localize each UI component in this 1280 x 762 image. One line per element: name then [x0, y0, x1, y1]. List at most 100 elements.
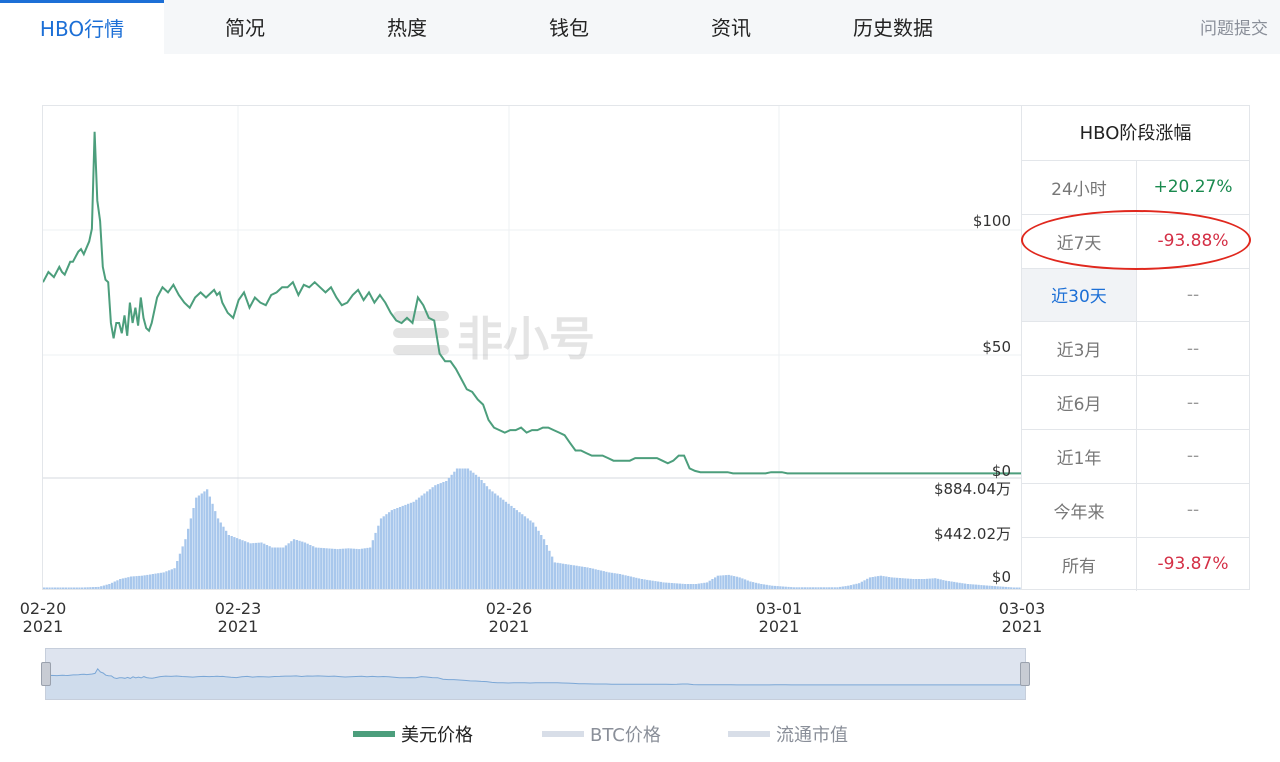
volume-bar — [646, 579, 649, 589]
volume-bar — [890, 577, 893, 589]
volume-bar — [312, 546, 315, 589]
period-label[interactable]: 近3月 — [1022, 322, 1137, 376]
volume-bar — [298, 540, 301, 589]
volume-bar — [879, 575, 882, 589]
volume-bar — [792, 587, 796, 589]
volume-bar — [113, 581, 116, 589]
volume-bar — [200, 493, 203, 589]
volume-bar — [654, 581, 657, 589]
volume-bar — [390, 510, 393, 589]
volume-bar — [795, 587, 798, 589]
navigator-right-handle[interactable] — [1020, 662, 1030, 686]
volume-bar — [716, 575, 719, 589]
volume-bar — [757, 583, 760, 589]
volume-bar — [991, 585, 994, 589]
volume-bar — [920, 579, 923, 589]
volume-bar — [344, 548, 347, 589]
volume-bar — [874, 576, 877, 589]
volume-bar — [494, 493, 497, 589]
price-tick-label: $0 — [992, 462, 1011, 480]
volume-bar — [882, 576, 885, 589]
volume-bar — [988, 585, 991, 589]
feedback-link[interactable]: 问题提交 — [1200, 0, 1268, 54]
volume-bar — [624, 575, 627, 589]
period-label[interactable]: 近6月 — [1022, 376, 1137, 429]
volume-bar — [504, 501, 508, 589]
volume-bar — [83, 587, 87, 589]
volume-bar — [773, 585, 777, 589]
x-tick-label: 03-03 2021 — [998, 599, 1046, 636]
volume-bar — [939, 579, 942, 589]
volume-bar — [230, 536, 233, 589]
period-label[interactable]: 近30天 — [1022, 268, 1137, 322]
volume-bar — [621, 574, 624, 589]
period-label[interactable]: 近7天 — [1022, 214, 1137, 268]
volume-bar — [559, 563, 562, 589]
volume-bar — [833, 587, 836, 589]
volume-bar — [409, 502, 413, 589]
volume-bar — [980, 585, 983, 589]
range-navigator[interactable] — [45, 648, 1026, 700]
volume-bars — [43, 468, 1021, 589]
volume-bar — [993, 586, 997, 589]
volume-bar — [972, 584, 975, 589]
volume-bar — [328, 548, 331, 589]
period-label[interactable]: 24小时 — [1022, 161, 1137, 214]
volume-bar — [257, 542, 260, 589]
price-tick-label: $100 — [973, 212, 1011, 230]
volume-bar — [249, 543, 252, 589]
volume-bar — [752, 582, 755, 589]
period-label[interactable]: 今年来 — [1022, 483, 1137, 537]
legend-label: BTC价格 — [590, 725, 661, 746]
period-label[interactable]: 所有 — [1022, 537, 1137, 592]
legend-item-btc-price[interactable]: BTC价格 — [542, 722, 661, 746]
volume-bar — [923, 579, 926, 589]
volume-bar — [119, 579, 122, 589]
volume-bar — [132, 576, 135, 589]
tab-news[interactable]: 资讯 — [650, 0, 812, 54]
volume-bar — [955, 582, 959, 589]
volume-bar — [162, 572, 165, 589]
volume-bar — [222, 526, 225, 589]
volume-bar — [605, 571, 608, 589]
volume-bar — [56, 587, 59, 589]
volume-bar — [219, 522, 222, 589]
legend-swatch — [728, 731, 770, 737]
volume-bar — [127, 577, 130, 589]
volume-bar — [934, 578, 937, 589]
navigator-left-handle[interactable] — [41, 662, 51, 686]
volume-bar — [836, 587, 839, 589]
volume-bar — [561, 563, 565, 589]
tab-wallet[interactable]: 钱包 — [488, 0, 650, 54]
watermark-text: 非小号 — [457, 312, 595, 366]
tab-overview[interactable]: 简况 — [164, 0, 326, 54]
volume-bar — [206, 489, 209, 589]
volume-bar — [825, 587, 828, 589]
volume-bar — [78, 587, 81, 589]
volume-bar — [295, 540, 298, 589]
volume-bar — [401, 505, 404, 589]
volume-bar — [570, 564, 573, 589]
volume-bar — [529, 520, 532, 589]
legend-swatch — [353, 731, 395, 737]
volume-bar — [314, 547, 317, 589]
volume-tick-label: $442.02万 — [934, 525, 1011, 543]
legend-item-market-cap[interactable]: 流通市值 — [728, 722, 848, 746]
legend-item-usd-price[interactable]: 美元价格 — [353, 722, 473, 746]
tab-hbo-market[interactable]: HBO行情 — [0, 0, 164, 54]
volume-bar — [629, 576, 633, 589]
volume-bar — [442, 482, 445, 589]
volume-bar — [355, 548, 358, 589]
volume-bar — [371, 540, 374, 589]
tab-history-data[interactable]: 历史数据 — [812, 0, 974, 54]
tab-popularity[interactable]: 热度 — [326, 0, 488, 54]
volume-bar — [91, 587, 95, 589]
period-label[interactable]: 近1年 — [1022, 429, 1137, 483]
volume-bar — [436, 484, 440, 589]
volume-bar — [765, 584, 768, 589]
volume-bar — [784, 586, 787, 589]
volume-bar — [754, 582, 758, 589]
volume-bar — [208, 496, 211, 589]
volume-bar — [877, 576, 880, 589]
volume-bar — [325, 548, 328, 589]
